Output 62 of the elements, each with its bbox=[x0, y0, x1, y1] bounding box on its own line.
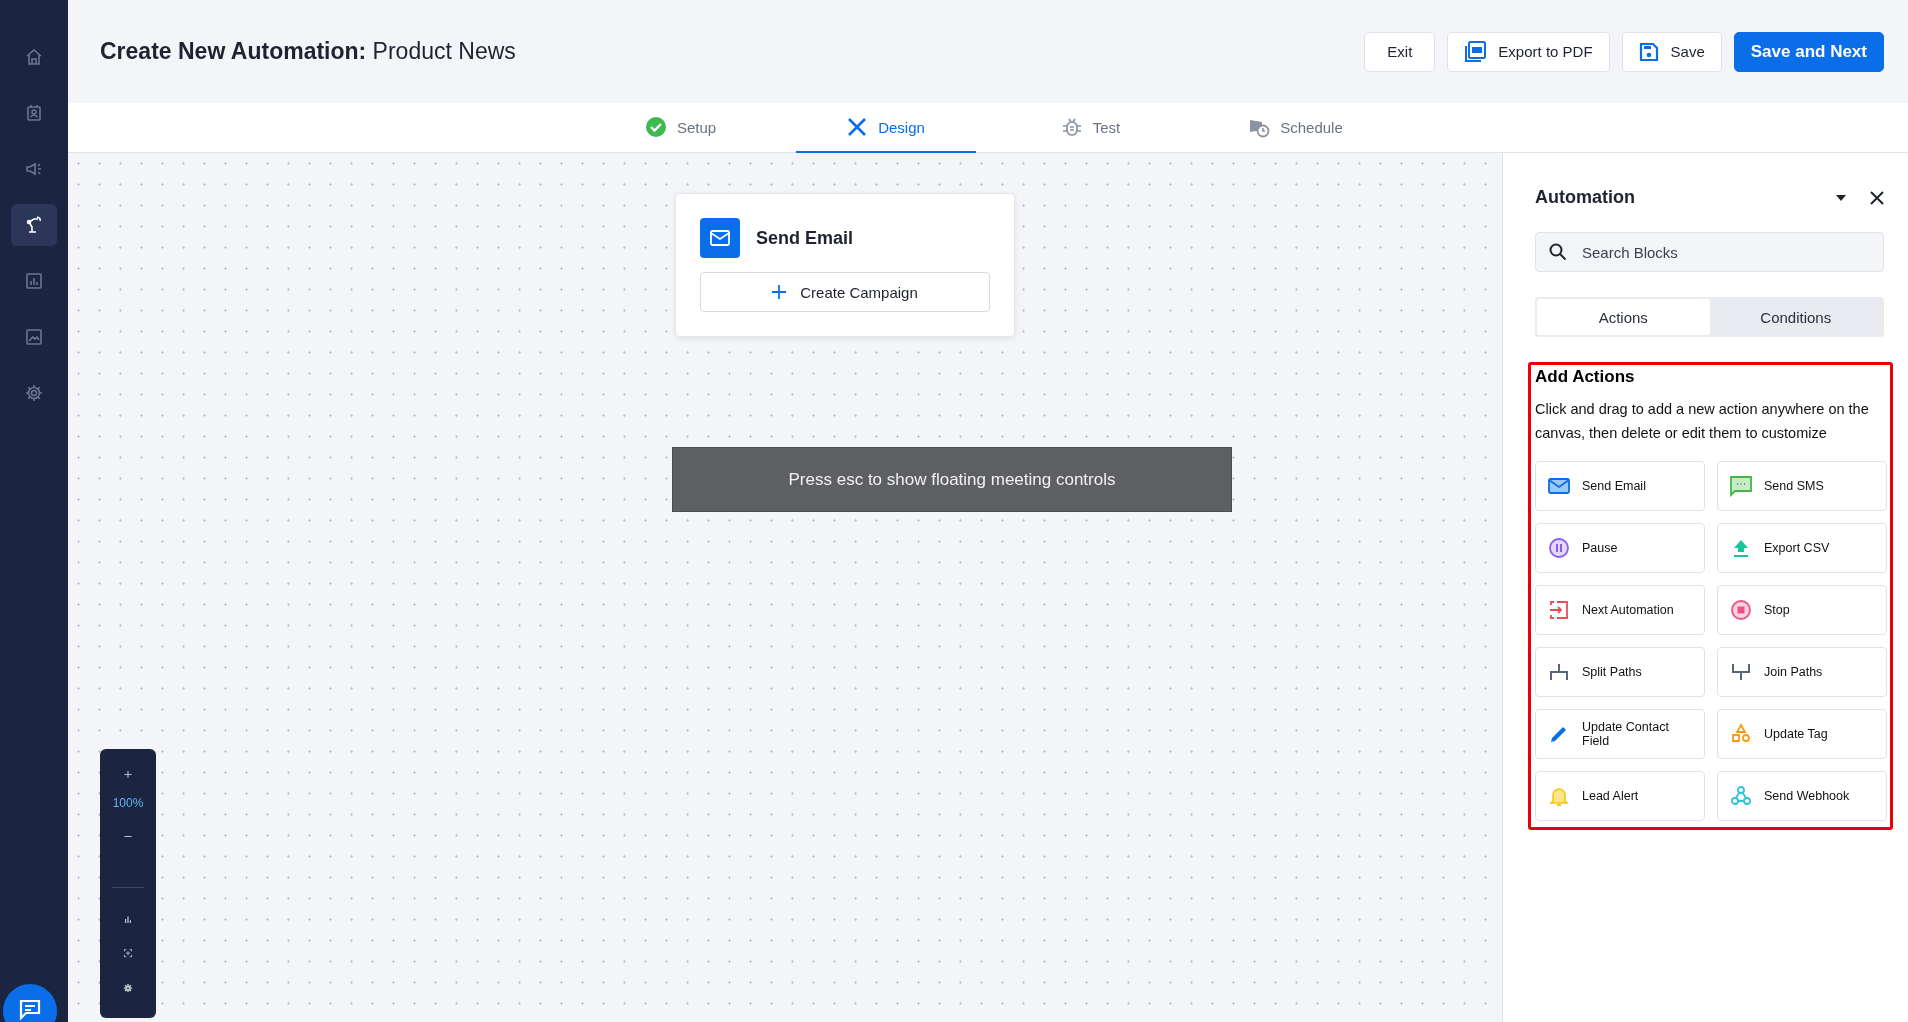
home-icon bbox=[24, 47, 44, 67]
exit-arrow-icon bbox=[1548, 599, 1570, 621]
action-block[interactable]: Export CSV bbox=[1717, 523, 1887, 573]
action-block[interactable]: Lead Alert bbox=[1535, 771, 1705, 821]
search-field[interactable]: Search Blocks bbox=[1535, 232, 1884, 272]
chat-bubble-icon bbox=[1730, 475, 1752, 497]
action-block[interactable]: Pause bbox=[1535, 523, 1705, 573]
action-block[interactable]: Send Email bbox=[1535, 461, 1705, 511]
action-block[interactable]: Stop bbox=[1717, 585, 1887, 635]
caret-icon[interactable] bbox=[1836, 194, 1846, 201]
exit-button[interactable]: Exit bbox=[1364, 31, 1436, 72]
zoom-in-icon[interactable] bbox=[122, 771, 134, 779]
settings-icon bbox=[24, 383, 44, 403]
join-icon bbox=[1730, 661, 1752, 683]
envelope-icon bbox=[700, 218, 740, 258]
step-tab[interactable]: Test bbox=[1000, 103, 1181, 153]
page-title: Create New Automation: Product News bbox=[100, 38, 516, 65]
save-and-next-button[interactable]: Save and Next bbox=[1733, 31, 1884, 72]
panel-tab[interactable]: Actions bbox=[1537, 299, 1710, 335]
split-icon bbox=[1548, 661, 1570, 683]
chat-button[interactable] bbox=[3, 984, 57, 1022]
envelope-icon bbox=[1548, 475, 1570, 497]
close-icon[interactable] bbox=[1870, 190, 1884, 205]
action-block[interactable]: Update Tag bbox=[1717, 709, 1887, 759]
node-title: Send Email bbox=[756, 227, 854, 249]
bell-icon bbox=[1548, 785, 1570, 807]
action-block[interactable]: Send SMS bbox=[1717, 461, 1887, 511]
bug-icon bbox=[1060, 116, 1083, 138]
panel-tab[interactable]: Conditions bbox=[1709, 299, 1882, 335]
step-tab[interactable]: Setup bbox=[590, 103, 771, 153]
fit-view-icon[interactable] bbox=[121, 949, 135, 958]
panel-title: Automation bbox=[1535, 187, 1636, 208]
save-button[interactable]: Save bbox=[1621, 31, 1722, 72]
pdf-icon bbox=[1464, 40, 1487, 63]
send-email-node[interactable]: Send Email Create Campaign bbox=[675, 193, 1015, 337]
shapes-icon bbox=[1730, 723, 1752, 745]
stop-icon bbox=[1730, 599, 1752, 621]
toast-message: Press esc to show floating meeting controls bbox=[672, 447, 1232, 512]
contact-card-icon bbox=[24, 103, 44, 123]
settings-icon[interactable] bbox=[121, 983, 135, 992]
action-block[interactable]: Send Webhook bbox=[1717, 771, 1887, 821]
action-block[interactable]: Update Contact Field bbox=[1535, 709, 1705, 759]
robot-arm-icon bbox=[24, 215, 44, 235]
zoom-level: 100% bbox=[112, 796, 144, 811]
bar-chart-icon[interactable] bbox=[122, 916, 134, 924]
step-tab[interactable]: Schedule bbox=[1205, 103, 1386, 153]
chat-icon bbox=[18, 998, 42, 1020]
webhook-icon bbox=[1730, 785, 1752, 807]
section-title: Add Actions bbox=[1535, 367, 1636, 387]
export-pdf-button[interactable]: Export to PDF bbox=[1447, 31, 1610, 72]
action-block[interactable]: Next Automation bbox=[1535, 585, 1705, 635]
check-circle-icon bbox=[644, 116, 667, 138]
plus-icon bbox=[772, 285, 787, 299]
bar-chart-icon bbox=[24, 271, 44, 291]
search-icon bbox=[1549, 243, 1567, 261]
action-block[interactable]: Split Paths bbox=[1535, 647, 1705, 697]
action-block[interactable]: Join Paths bbox=[1717, 647, 1887, 697]
image-icon bbox=[24, 327, 44, 347]
create-campaign-button[interactable]: Create Campaign bbox=[700, 272, 990, 312]
section-description: Click and drag to add a new action anywhere on the canvas, then delete or edit them to customize bbox=[1535, 400, 1870, 443]
pause-icon bbox=[1548, 537, 1570, 559]
nav-item[interactable] bbox=[11, 204, 57, 246]
